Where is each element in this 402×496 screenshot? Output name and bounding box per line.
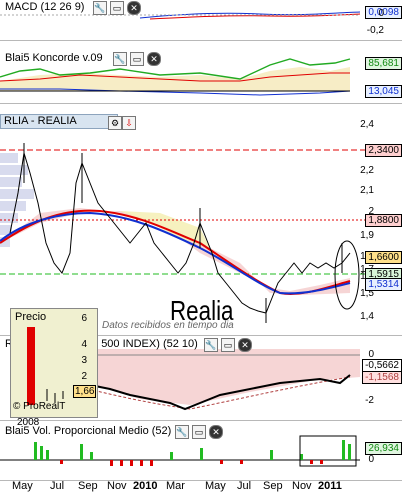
window-icon[interactable]: ▭ [192,425,206,439]
price-tick-1: 2,2 [360,165,374,176]
x-tick-may-2009: May [12,480,33,492]
price-panel: RLIA - REALIA ⚙ ⇩ 2,4 2,2 2,1 2 1,9 1,8 … [0,113,402,336]
price-title-text: RLIA - REALIA [4,115,77,127]
wrench-icon[interactable]: 🔧 [204,338,218,352]
level-1660: 1,6600 [365,251,402,264]
price-title: RLIA - REALIA [0,114,118,129]
close-icon[interactable]: ✕ [238,338,252,352]
koncorde-value-top: 85,681 [365,57,402,70]
x-tick-jul-2009: Jul [50,480,65,492]
export-icon[interactable]: ⇩ [122,116,136,130]
x-tick-jul-2010: Jul [237,480,252,492]
volume-tick-0: 0 [368,454,374,465]
koncorde-title: Blai5 Koncorde v.09 [5,52,103,64]
macd-tick-0: 0 [378,8,384,19]
close-icon[interactable]: ✕ [209,425,223,439]
level-15314: 1,5314 [365,278,402,291]
x-tick-may-2010: May [205,480,226,492]
wrench-icon[interactable]: 🔧 [93,1,107,15]
level-1880: 1,8800 [365,214,402,227]
macd-tick-1: -0,2 [366,25,384,36]
inset-brand: © ProRealT [13,401,66,412]
koncorde-value-bottom: 13,045 [365,85,402,98]
level-2340: 2,3400 [365,144,402,157]
macd-panel: MACD (12 26 9) 🔧 ▭ ✕ 0,0098 0 -0,2 [0,0,402,41]
x-tick-nov-2010: Nov [292,480,312,492]
inset-tick-2: 3 [81,355,87,366]
rs-title-right: P 500 INDEX) (52 10) [91,338,198,350]
macd-title: MACD (12 26 9) [5,1,85,13]
x-tick-nov-2009: Nov [107,480,127,492]
x-tick-sep-2009: Sep [78,480,98,492]
inset-value: 1,66 [73,385,97,398]
x-tick-mar-2010: Mar [166,480,185,492]
inset-tick-1: 4 [81,339,87,350]
koncorde-panel: Blai5 Koncorde v.09 🔧 ▭ ✕ 85,681 13,045 [0,51,402,104]
price-tick-9: 1,4 [360,311,374,322]
precio-inset: Precio 6 4 3 2 1,66 © ProRealT 2008 [10,308,98,428]
price-tick-4: 1,9 [360,230,374,241]
wrench-icon[interactable]: 🔧 [175,425,189,439]
price-tick-0: 2,4 [360,119,374,130]
price-tick-2: 2,1 [360,185,374,196]
inset-tick-3: 2 [81,371,87,382]
volume-panel: Blai5 Vol. Proporcional Medio (52) 🔧 ▭ ✕… [0,424,402,481]
rs-tick-1: -2 [365,395,374,406]
inset-tick-0: 6 [81,313,87,324]
close-icon[interactable]: ✕ [147,52,161,66]
wrench-icon[interactable]: 🔧 [113,52,127,66]
x-tick-2010: 2010 [133,480,158,492]
rs-value-bottom: -1,1568 [362,371,402,384]
inset-year: 2008 [17,417,40,428]
settings-icon[interactable]: ⚙ [108,116,122,130]
window-icon[interactable]: ▭ [130,52,144,66]
window-icon[interactable]: ▭ [110,1,124,15]
close-icon[interactable]: ✕ [127,1,141,15]
x-tick-2011: 2011 [318,480,342,492]
footnote: Datos recibidos en tiempo dia [102,320,234,331]
window-icon[interactable]: ▭ [221,338,235,352]
x-tick-sep-2010: Sep [263,480,283,492]
